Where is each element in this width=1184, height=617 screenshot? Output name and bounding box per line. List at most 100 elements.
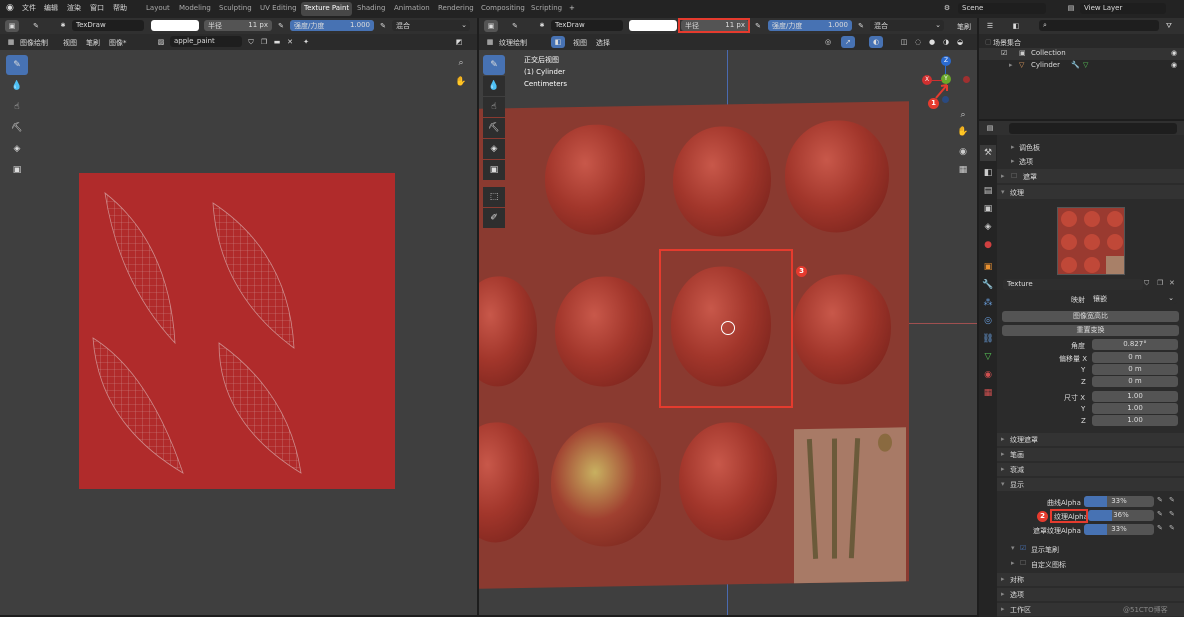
- right-strength-slider[interactable]: 强度/力度 1.000: [768, 20, 852, 31]
- left-radius-slider[interactable]: 半径 11 px: [204, 20, 272, 31]
- duplicate-icon[interactable]: ❐: [1157, 279, 1163, 287]
- chevron-right-icon[interactable]: ▸: [1009, 61, 1013, 69]
- fake-user-icon[interactable]: ✱: [56, 20, 70, 32]
- duplicate-icon[interactable]: ❐: [257, 36, 271, 48]
- pressure-icon[interactable]: ✎: [1169, 496, 1175, 504]
- wrench-icon[interactable]: 🔧: [1071, 61, 1080, 69]
- texture-alpha-slider[interactable]: 36%: [1088, 510, 1154, 521]
- menu-help[interactable]: 帮助: [113, 3, 127, 13]
- menu-brush[interactable]: 笔刷: [86, 38, 100, 48]
- tab-sculpting[interactable]: Sculpting: [216, 2, 255, 16]
- tab-texture-paint[interactable]: Texture Paint: [301, 2, 353, 16]
- properties-search[interactable]: [1009, 123, 1177, 134]
- object-tab-icon[interactable]: ▣: [980, 259, 996, 275]
- blender-logo-icon[interactable]: ◉: [6, 3, 14, 13]
- chevron-down-icon[interactable]: ▾: [1001, 480, 1005, 488]
- particles-tab-icon[interactable]: ⁂: [980, 295, 996, 311]
- workspace-section[interactable]: 工作区: [1010, 605, 1031, 615]
- outliner-object[interactable]: Cylinder: [1031, 61, 1060, 69]
- data-tab-icon[interactable]: ▽: [980, 349, 996, 365]
- checkbox-checked-icon[interactable]: ☑: [1020, 544, 1026, 552]
- select-box-icon[interactable]: ⬚: [483, 187, 505, 207]
- offset-y-field[interactable]: 0 m: [1092, 364, 1178, 375]
- right-brush-name[interactable]: TexDraw: [551, 20, 623, 31]
- menu-window[interactable]: 窗口: [90, 3, 104, 13]
- material-shading-icon[interactable]: ◑: [939, 36, 953, 48]
- folder-icon[interactable]: ▬: [270, 36, 284, 48]
- z-axis-icon[interactable]: Z: [941, 56, 951, 66]
- smear-tool-icon[interactable]: ☝: [6, 97, 28, 117]
- solid-shading-icon[interactable]: ●: [925, 36, 939, 48]
- pressure-icon[interactable]: ✎: [274, 20, 288, 32]
- chevron-right-icon[interactable]: ▸: [1001, 172, 1005, 180]
- chevron-right-icon[interactable]: ▸: [1011, 143, 1015, 151]
- view-layer-field[interactable]: View Layer: [1080, 3, 1166, 14]
- left-blend-select[interactable]: 混合 ⌄: [392, 20, 470, 31]
- curve-alpha-slider[interactable]: 33%: [1084, 496, 1154, 507]
- tab-scripting[interactable]: Scripting: [528, 2, 565, 16]
- filter-icon[interactable]: ⛛: [1162, 20, 1176, 32]
- mapping-select[interactable]: 镶嵌 ⌄: [1089, 293, 1177, 304]
- mask-toggle-icon[interactable]: ◧: [551, 36, 565, 48]
- chevron-right-icon[interactable]: ▸: [1011, 559, 1015, 567]
- constraints-tab-icon[interactable]: ⛓: [980, 331, 996, 347]
- pan-hand-icon[interactable]: ✋: [955, 124, 971, 140]
- annotate-icon[interactable]: ✐: [483, 208, 505, 228]
- angle-field[interactable]: 0.827°: [1092, 339, 1178, 350]
- visibility-icon[interactable]: ◎: [821, 36, 835, 48]
- chevron-right-icon[interactable]: ▸: [1001, 435, 1005, 443]
- left-strength-slider[interactable]: 强度/力度 1.000: [290, 20, 374, 31]
- size-y-field[interactable]: 1.00: [1092, 403, 1178, 414]
- brush-icon[interactable]: ✎: [508, 20, 522, 32]
- pin-icon[interactable]: ✦: [299, 36, 313, 48]
- close-icon[interactable]: ✕: [1169, 279, 1175, 287]
- chevron-down-icon[interactable]: ▾: [1011, 544, 1015, 552]
- left-brush-name[interactable]: TexDraw: [72, 20, 144, 31]
- image-editor-icon[interactable]: ▦: [4, 36, 18, 48]
- draw-tool-icon[interactable]: ✎: [483, 55, 505, 75]
- menu-select-right[interactable]: 选择: [596, 38, 610, 48]
- pressure-icon[interactable]: ✎: [1169, 524, 1175, 532]
- options-section[interactable]: 选项: [1010, 590, 1024, 600]
- scene-field[interactable]: Scene: [958, 3, 1046, 14]
- aspect-ratio-button[interactable]: 图像宽高比: [1002, 311, 1179, 322]
- falloff-section[interactable]: 衰减: [1010, 465, 1024, 475]
- tab-uv-editing[interactable]: UV Editing: [257, 2, 300, 16]
- texture-section[interactable]: 纹理: [1010, 188, 1024, 198]
- smear-tool-icon[interactable]: ☝: [483, 97, 505, 117]
- view-layer-tab-icon[interactable]: ▣: [980, 201, 996, 217]
- scene-tab-icon[interactable]: ◈: [980, 219, 996, 235]
- custom-icon-label[interactable]: 自定义图标: [1031, 560, 1066, 570]
- menu-view-right[interactable]: 视图: [573, 38, 587, 48]
- world-tab-icon[interactable]: ●: [980, 237, 996, 253]
- pressure-icon[interactable]: ✎: [751, 20, 765, 32]
- right-blend-select[interactable]: 混合 ⌄: [870, 20, 944, 31]
- show-brush-label[interactable]: 显示笔刷: [1031, 545, 1059, 555]
- display-section[interactable]: 显示: [1010, 480, 1024, 490]
- physics-tab-icon[interactable]: ◎: [980, 313, 996, 329]
- zoom-icon[interactable]: ⌕: [955, 107, 971, 123]
- image-editor-viewport[interactable]: ✎ 💧 ☝ ⛏ ◈ ▣ ⌕ ✋: [0, 50, 477, 615]
- shield-icon[interactable]: ⛉: [1144, 279, 1149, 288]
- output-tab-icon[interactable]: ▤: [980, 183, 996, 199]
- mask-tool-icon[interactable]: ▣: [483, 160, 505, 180]
- close-icon[interactable]: ✕: [283, 36, 297, 48]
- size-x-field[interactable]: 1.00: [1092, 391, 1178, 402]
- rendered-shading-icon[interactable]: ◒: [953, 36, 967, 48]
- material-tab-icon[interactable]: ◉: [980, 367, 996, 383]
- chevron-right-icon[interactable]: ▸: [1001, 465, 1005, 473]
- editor-type-icon[interactable]: ▣: [5, 20, 19, 32]
- texture-tab-icon[interactable]: ▦: [980, 385, 996, 401]
- modifier-tab-icon[interactable]: 🔧: [980, 277, 996, 293]
- fill-tool-icon[interactable]: ◈: [6, 139, 28, 159]
- mask-alpha-slider[interactable]: 33%: [1084, 524, 1154, 535]
- clone-tool-icon[interactable]: ⛏: [6, 118, 28, 138]
- menu-view[interactable]: 视图: [63, 38, 77, 48]
- uv-image-canvas[interactable]: [79, 173, 395, 489]
- menu-brush-right[interactable]: 笔刷: [957, 22, 971, 32]
- reset-transform-button[interactable]: 重置变换: [1002, 325, 1179, 336]
- soften-tool-icon[interactable]: 💧: [483, 76, 505, 96]
- overlay-icon[interactable]: ◐: [869, 36, 883, 48]
- chevron-down-icon[interactable]: ▾: [1001, 188, 1005, 196]
- mask-section[interactable]: 遮罩: [1023, 172, 1037, 182]
